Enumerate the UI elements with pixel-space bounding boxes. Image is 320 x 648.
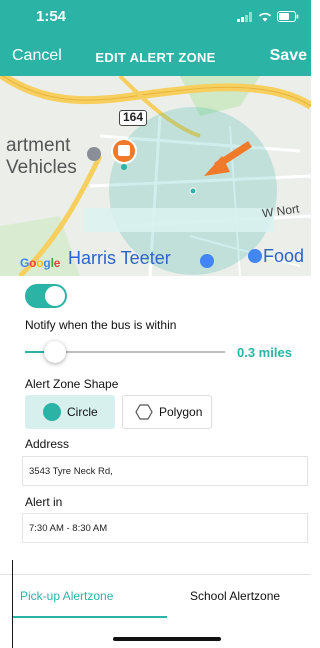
alert-in-label: Alert in (25, 495, 63, 509)
poi-icon (87, 147, 101, 161)
place-label-line1: artment (6, 135, 71, 156)
slider-thumb[interactable] (44, 341, 66, 363)
polygon-shape-label: Polygon (159, 405, 203, 419)
zone-center-dot (189, 187, 197, 195)
map-view[interactable]: 164 artment Vehicles W Nort Google Harri… (0, 76, 311, 276)
tab-pickup-alertzone[interactable]: Pick-up Alertzone (20, 589, 113, 603)
signal-icon (237, 11, 252, 22)
address-field[interactable]: 3543 Tyre Neck Rd, (22, 456, 308, 486)
circle-icon (43, 403, 61, 421)
polygon-shape-button[interactable]: Polygon (122, 395, 212, 429)
map-highlight-band (84, 208, 274, 232)
active-tab-indicator (12, 616, 167, 618)
tab-bar: Pick-up Alertzone School Alertzone (0, 574, 311, 618)
circle-shape-label: Circle (67, 405, 98, 419)
google-logo: Google (20, 256, 61, 270)
status-icons (237, 11, 299, 22)
home-indicator[interactable] (113, 637, 221, 641)
distance-slider[interactable] (25, 341, 225, 363)
header: 1:54 Cancel EDIT ALERT ZONE Save (0, 0, 311, 76)
tab-school-alertzone[interactable]: School Alertzone (190, 589, 280, 603)
store-label: Harris Teeter (68, 248, 171, 268)
battery-icon (277, 11, 299, 22)
place-label: artment Vehicles (6, 135, 77, 179)
nav-bar: Cancel EDIT ALERT ZONE Save (0, 42, 311, 72)
store-pin (200, 254, 214, 268)
place-label-line2: Vehicles (6, 157, 77, 178)
divider (12, 560, 13, 648)
shape-label: Alert Zone Shape (25, 377, 119, 391)
address-label: Address (25, 437, 70, 451)
notify-label: Notify when the bus is within (25, 318, 177, 332)
food-label: Food (263, 246, 305, 266)
save-button[interactable]: Save (270, 47, 307, 65)
alert-time-field[interactable]: 7:30 AM - 8:30 AM (22, 513, 308, 543)
highway (0, 76, 311, 110)
hexagon-icon (135, 404, 153, 420)
alert-toggle[interactable] (25, 284, 67, 308)
toggle-knob (45, 286, 65, 306)
wifi-icon (258, 12, 272, 21)
status-time: 1:54 (36, 8, 67, 25)
route-shield: 164 (119, 110, 147, 126)
food-pin (248, 249, 262, 263)
circle-shape-button[interactable]: Circle (25, 395, 115, 429)
page-title: EDIT ALERT ZONE (95, 50, 216, 65)
distance-value: 0.3 miles (237, 345, 292, 360)
